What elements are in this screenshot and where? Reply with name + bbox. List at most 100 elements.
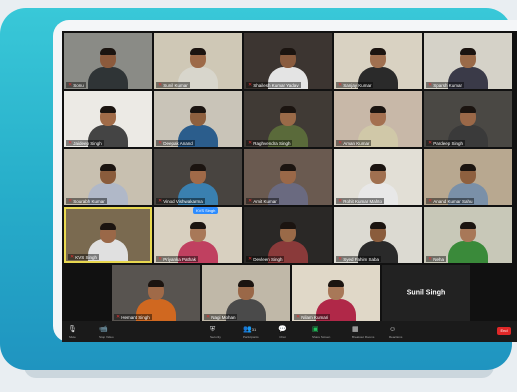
participant-tile[interactable]: ✕ Jaideep Singh bbox=[64, 91, 152, 147]
breakout-rooms-button[interactable]: ▦ Breakout Rooms bbox=[352, 326, 374, 341]
participant-name-label: ✕ Shailesh Kumar Yadav bbox=[246, 82, 301, 88]
muted-mic-icon: ✕ bbox=[70, 254, 75, 260]
muted-mic-icon: ✕ bbox=[158, 256, 163, 262]
muted-mic-icon: ✕ bbox=[428, 198, 433, 204]
person-hair bbox=[100, 164, 116, 172]
share-screen-icon: ▣ bbox=[312, 326, 319, 333]
person-hair bbox=[370, 222, 386, 230]
microphone-icon: 🎙 bbox=[68, 326, 77, 333]
participant-name: Anand Kumar Sahu bbox=[433, 198, 473, 204]
participant-tile[interactable]: ✕ Sanjay Kumar bbox=[334, 33, 422, 89]
security-label: Security bbox=[210, 335, 221, 339]
stop-video-button[interactable]: 📹 Stop Video bbox=[99, 326, 114, 341]
participant-tile[interactable]: ✕ Sourabh Kumar bbox=[64, 149, 152, 205]
participant-name-label: ✕ Sourabh Kumar bbox=[66, 198, 107, 204]
muted-mic-icon: ✕ bbox=[248, 256, 253, 262]
muted-mic-icon: ✕ bbox=[68, 140, 73, 146]
muted-mic-icon: ✕ bbox=[158, 140, 163, 146]
muted-mic-icon: ✕ bbox=[338, 140, 343, 146]
participant-name-label: ✕ Devleen Singh bbox=[246, 256, 285, 262]
muted-mic-icon: ✕ bbox=[68, 82, 73, 88]
muted-mic-icon: ✕ bbox=[206, 314, 211, 320]
participant-name: Rohit Kumar Mahto bbox=[343, 198, 382, 204]
participant-tile[interactable]: ✕ Neha bbox=[424, 207, 512, 263]
participant-tile[interactable]: ✕ Sunil Kumar bbox=[154, 33, 242, 89]
participant-name: Aman Kumar bbox=[343, 140, 370, 146]
participant-tile[interactable]: ✕ Syed Fahim Saba bbox=[334, 207, 422, 263]
participant-name-label: ✕ Pardeep Singh bbox=[426, 140, 465, 146]
participant-tile[interactable]: ✕ Anand Kumar Sahu bbox=[424, 149, 512, 205]
participant-name: Raghvendra Singh bbox=[253, 140, 291, 146]
participant-tile[interactable]: ✕ Rohit Kumar Mahto bbox=[334, 149, 422, 205]
participant-tile[interactable]: ✕ Nagi Mohan bbox=[202, 265, 290, 321]
muted-mic-icon: ✕ bbox=[428, 82, 433, 88]
participant-gallery: ✕ Sonu ✕ Sunil Kumar ✕ Shailesh Kumar Yadav ✕ S… bbox=[62, 31, 517, 321]
participant-name: Neha bbox=[433, 256, 444, 262]
participant-tile[interactable]: ✕ Aman Kumar bbox=[334, 91, 422, 147]
person-hair bbox=[460, 222, 476, 230]
chat-label: Chat bbox=[279, 335, 286, 339]
person-hair bbox=[280, 222, 296, 230]
grid-icon: ▦ bbox=[352, 326, 359, 333]
participant-tile[interactable]: ✕ Devleen Singh bbox=[244, 207, 332, 263]
participant-name: Nilam Kumari bbox=[301, 314, 329, 320]
security-button[interactable]: ⛨ Security bbox=[210, 326, 221, 341]
participant-name: KVS Singh bbox=[75, 254, 97, 260]
muted-mic-icon: ✕ bbox=[338, 82, 343, 88]
muted-mic-icon: ✕ bbox=[158, 82, 163, 88]
participant-tile[interactable]: ✕ Nilam Kumari bbox=[292, 265, 380, 321]
participant-name-label: ✕ Vinod Vishwakarma bbox=[156, 198, 205, 204]
participant-tile[interactable]: ✕ Pardeep Singh bbox=[424, 91, 512, 147]
share-screen-button[interactable]: ▣ Share Screen bbox=[312, 326, 330, 341]
participant-name-label: ✕ Nilam Kumari bbox=[294, 314, 331, 320]
muted-mic-icon: ✕ bbox=[296, 314, 301, 320]
muted-mic-icon: ✕ bbox=[68, 198, 73, 204]
participant-name: Pardeep Singh bbox=[433, 140, 463, 146]
participant-name-label: ✕ KVS Singh bbox=[68, 254, 99, 260]
muted-mic-icon: ✕ bbox=[116, 314, 121, 320]
participant-tile[interactable]: ✕ Sparsh Kumar bbox=[424, 33, 512, 89]
participant-name: Sourabh Kumar bbox=[73, 198, 105, 204]
person-hair bbox=[190, 48, 206, 56]
participant-tile[interactable]: ✕ Hemant Singh bbox=[112, 265, 200, 321]
mute-button[interactable]: 🎙 Mute bbox=[68, 326, 77, 341]
participant-name-label: ✕ Rohit Kumar Mahto bbox=[336, 198, 384, 204]
chat-button[interactable]: 💬 Chat bbox=[278, 326, 287, 341]
participant-name: Devleen Singh bbox=[253, 256, 283, 262]
participant-name-label: ✕ Nagi Mohan bbox=[204, 314, 238, 320]
participant-tile[interactable]: ✕ Sonu bbox=[64, 33, 152, 89]
participants-button[interactable]: 👥31 Participants bbox=[243, 326, 259, 341]
muted-mic-icon: ✕ bbox=[248, 198, 253, 204]
participant-name-label: ✕ Hemant Singh bbox=[114, 314, 152, 320]
participant-tile[interactable]: ✕ Priyanka Pathak bbox=[154, 207, 242, 263]
person-body bbox=[88, 67, 128, 89]
participant-tile[interactable]: ✕ Vinod Vishwakarma bbox=[154, 149, 242, 205]
participant-name: Vinod Vishwakarma bbox=[163, 198, 203, 204]
meeting-window: ✕ Sonu ✕ Sunil Kumar ✕ Shailesh Kumar Yadav ✕ S… bbox=[62, 31, 517, 342]
participant-name: Sanjay Kumar bbox=[343, 82, 372, 88]
end-meeting-button[interactable]: End bbox=[497, 327, 511, 335]
participant-tile[interactable]: ✕ Shailesh Kumar Yadav bbox=[244, 33, 332, 89]
muted-mic-icon: ✕ bbox=[428, 140, 433, 146]
participant-name: Hemant Singh bbox=[121, 314, 150, 320]
video-camera-icon: 📹 bbox=[99, 326, 108, 333]
participant-name: Sparsh Kumar bbox=[433, 82, 462, 88]
participant-name: Priyanka Pathak bbox=[163, 256, 196, 262]
person-hair bbox=[370, 106, 386, 114]
participant-tile[interactable]: ✕ Raghvendra Singh bbox=[244, 91, 332, 147]
participant-name-label: ✕ Raghvendra Singh bbox=[246, 140, 293, 146]
person-hair bbox=[280, 106, 296, 114]
muted-mic-icon: ✕ bbox=[248, 140, 253, 146]
participants-count: 31 bbox=[251, 327, 257, 332]
reactions-button[interactable]: ☺ Reactions bbox=[389, 326, 402, 341]
participant-tile[interactable]: ✕ Amit Kumar bbox=[244, 149, 332, 205]
participant-name-label: ✕ Aman Kumar bbox=[336, 140, 372, 146]
person-hair bbox=[280, 164, 296, 172]
person-hair bbox=[460, 164, 476, 172]
participant-tile[interactable]: Sunil Singh bbox=[382, 265, 470, 321]
participant-tile[interactable]: ✕ KVS Singh bbox=[64, 207, 152, 263]
participant-name: Nagi Mohan bbox=[211, 314, 236, 320]
muted-mic-icon: ✕ bbox=[338, 198, 343, 204]
participant-tile[interactable]: ✕ Deepak Anand bbox=[154, 91, 242, 147]
person-hair bbox=[190, 222, 206, 230]
